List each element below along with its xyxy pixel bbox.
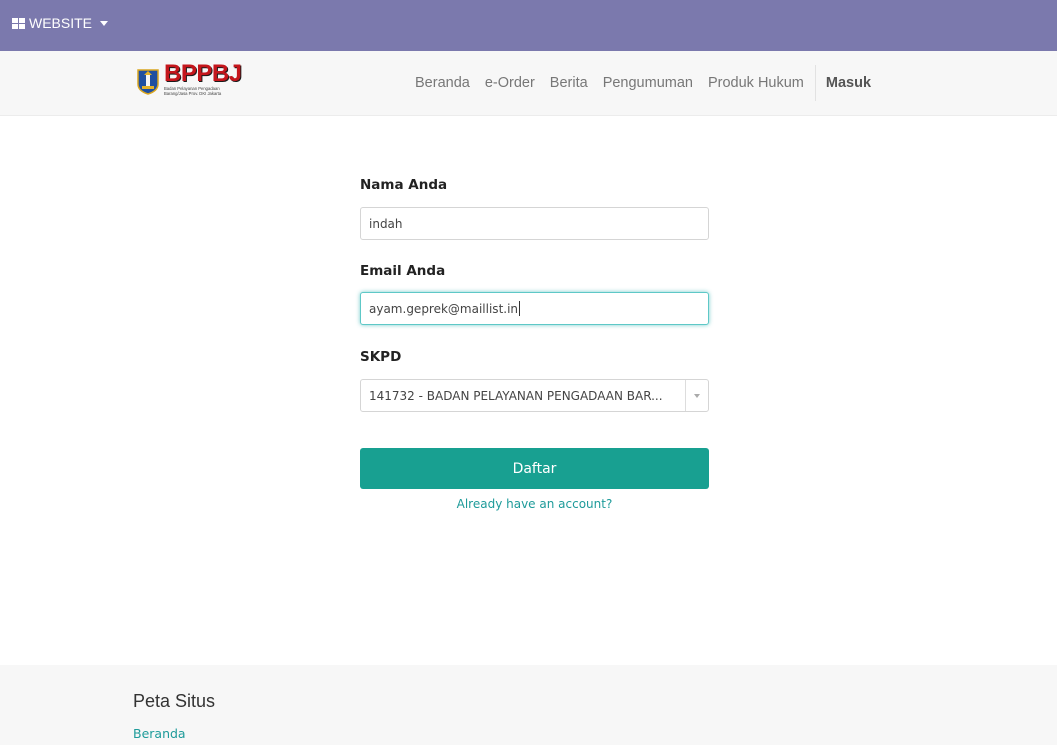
website-menu-label: WEBSITE bbox=[29, 15, 93, 31]
triangle-down-icon bbox=[694, 393, 700, 398]
nav-links: Beranda e-Order Berita Pengumuman Produk… bbox=[415, 51, 871, 115]
skpd-label: SKPD bbox=[360, 349, 402, 365]
nav-divider bbox=[814, 65, 816, 101]
name-label: Nama Anda bbox=[360, 177, 448, 193]
nav-item-pengumuman[interactable]: Pengumuman bbox=[603, 75, 693, 91]
skpd-select[interactable]: 141732 - BADAN PELAYANAN PENGADAAN BAR..… bbox=[360, 379, 709, 412]
footer-link-beranda[interactable]: Beranda bbox=[133, 726, 186, 741]
name-input[interactable]: indah bbox=[360, 207, 709, 240]
brand-subtitle: Badan Pelayanan Pengadaan Barang/Jasa Pr… bbox=[164, 86, 222, 96]
nav-item-berita[interactable]: Berita bbox=[550, 75, 588, 91]
nav-item-beranda[interactable]: Beranda bbox=[415, 75, 470, 91]
already-have-account-link[interactable]: Already have an account? bbox=[360, 497, 709, 511]
email-input-value: ayam.geprek@maillist.in bbox=[369, 301, 519, 316]
top-admin-bar: WEBSITE bbox=[0, 0, 1057, 51]
website-menu-toggle[interactable]: WEBSITE bbox=[12, 12, 109, 34]
nav-item-produk-hukum[interactable]: Produk Hukum bbox=[708, 75, 804, 91]
main-navbar: BPPBJ Badan Pelayanan Pengadaan Barang/J… bbox=[0, 51, 1057, 116]
caret-down-icon bbox=[100, 20, 109, 26]
brand-logo[interactable]: BPPBJ Badan Pelayanan Pengadaan Barang/J… bbox=[135, 62, 250, 102]
email-label: Email Anda bbox=[360, 263, 446, 279]
dki-emblem-icon bbox=[135, 67, 161, 95]
name-input-value: indah bbox=[369, 216, 403, 231]
grid-icon bbox=[12, 17, 25, 29]
text-cursor bbox=[519, 301, 521, 316]
select-arrow[interactable] bbox=[685, 380, 708, 411]
brand-name: BPPBJ bbox=[164, 60, 242, 87]
nav-login-link[interactable]: Masuk bbox=[826, 75, 871, 91]
nav-item-e-order[interactable]: e-Order bbox=[485, 75, 535, 91]
email-input[interactable]: ayam.geprek@maillist.in bbox=[360, 292, 709, 325]
skpd-selected-value: 141732 - BADAN PELAYANAN PENGADAAN BAR..… bbox=[369, 388, 663, 403]
footer: Peta Situs Beranda bbox=[0, 665, 1057, 745]
footer-heading: Peta Situs bbox=[133, 691, 216, 711]
daftar-button[interactable]: Daftar bbox=[360, 448, 709, 489]
